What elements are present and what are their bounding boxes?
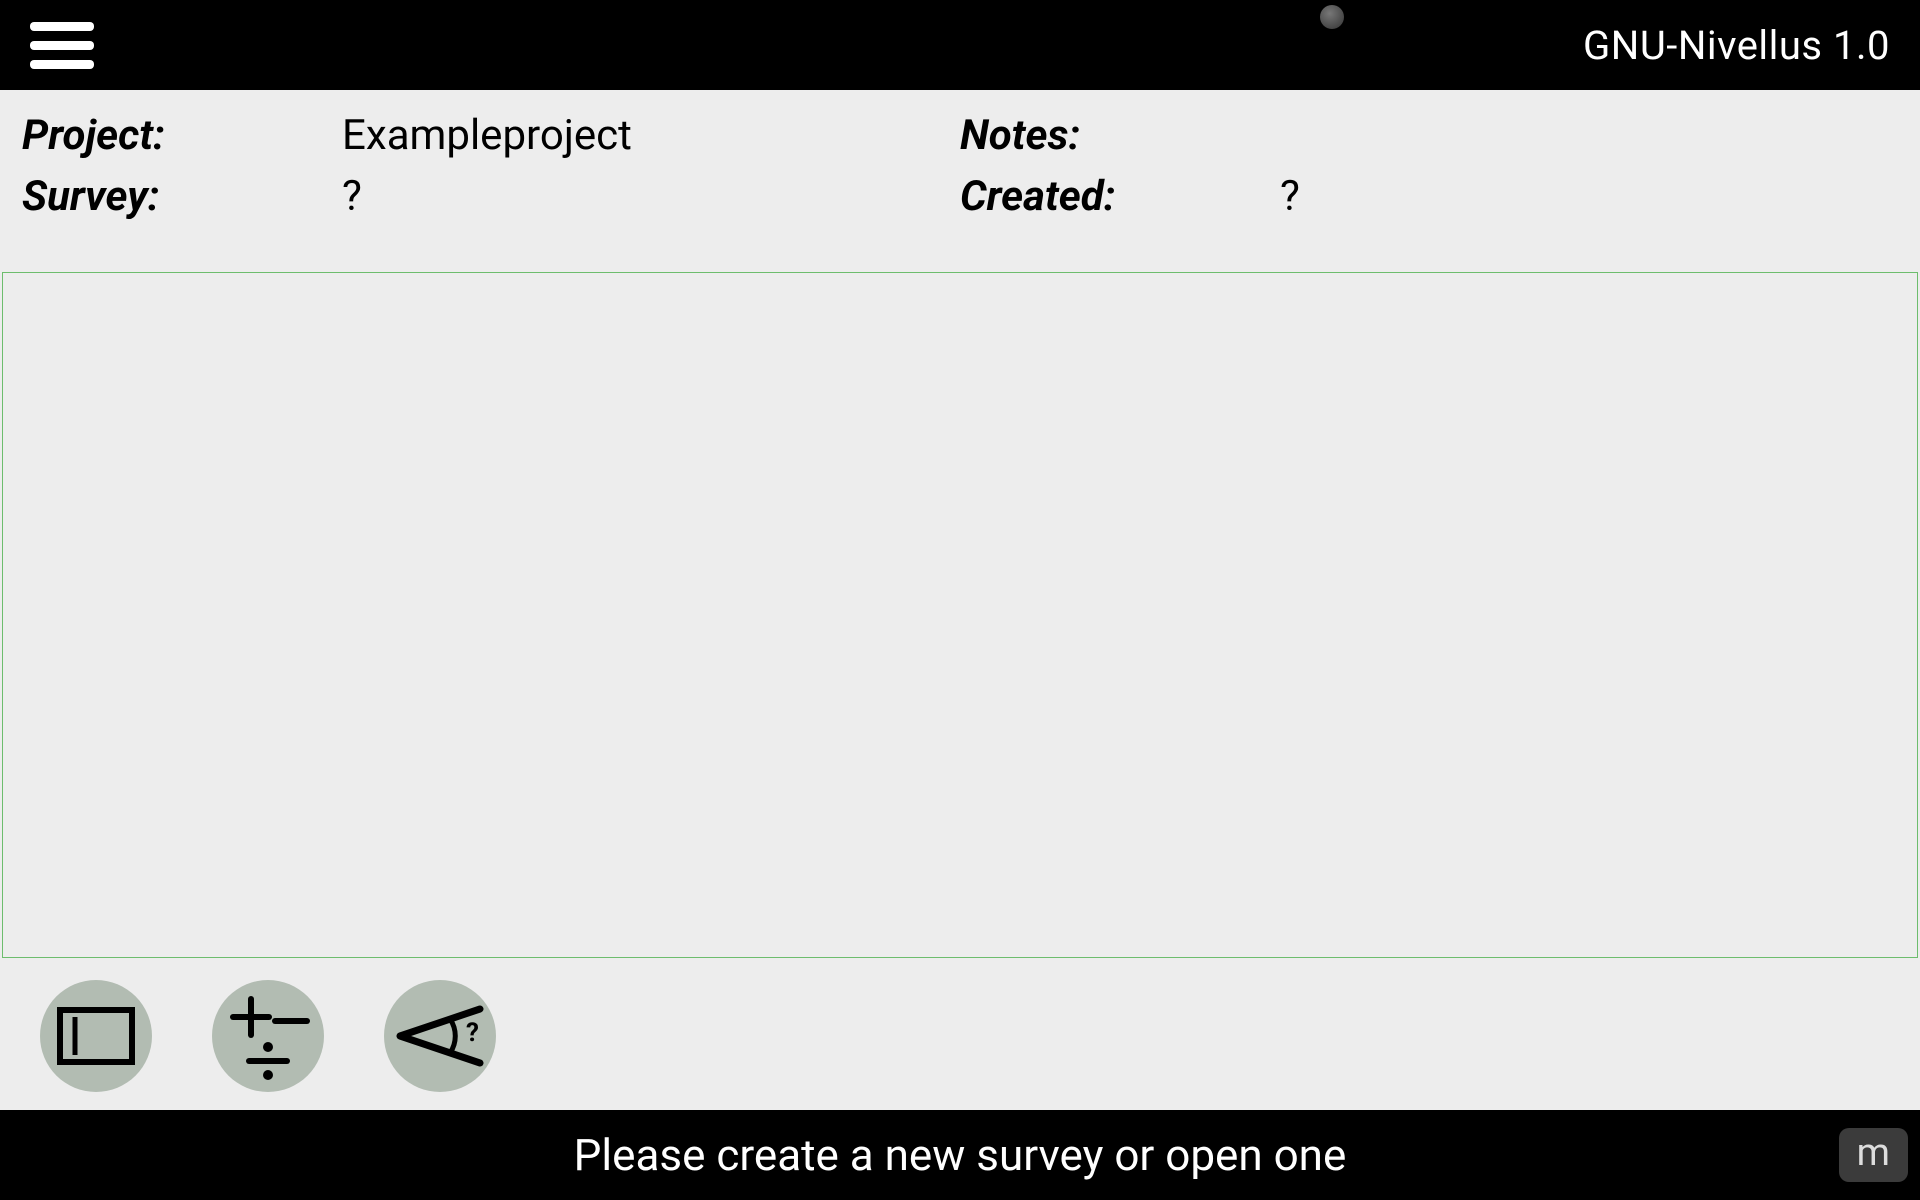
hamburger-icon <box>30 60 94 69</box>
calculate-button[interactable] <box>212 980 324 1092</box>
app-title: GNU-Nivellus 1.0 <box>1583 22 1890 69</box>
hamburger-icon <box>30 41 94 50</box>
tool-row: ? <box>0 966 1920 1110</box>
project-value: Exampleproject <box>342 106 632 167</box>
frame-icon <box>57 1007 135 1065</box>
angle-measure-icon: ? <box>392 1001 488 1071</box>
project-label: Project: <box>22 106 342 167</box>
survey-label: Survey: <box>22 167 342 228</box>
measure-angle-button[interactable]: ? <box>384 980 496 1092</box>
plus-minus-divide-icon <box>223 991 313 1081</box>
notes-label: Notes: <box>960 106 1280 167</box>
bottom-bar: Please create a new survey or open one m <box>0 1110 1920 1200</box>
unit-toggle[interactable]: m <box>1839 1128 1908 1182</box>
svg-text:?: ? <box>466 1018 479 1048</box>
survey-canvas[interactable] <box>2 272 1918 958</box>
status-message: Please create a new survey or open one <box>0 1129 1920 1181</box>
view-frame-button[interactable] <box>40 980 152 1092</box>
camera-dot-icon <box>1320 5 1344 29</box>
hamburger-icon <box>30 22 94 31</box>
survey-value: ? <box>342 167 362 228</box>
info-panel: Project: Exampleproject Notes: Survey: ?… <box>0 90 1920 238</box>
created-value: ? <box>1280 167 1300 228</box>
menu-button[interactable] <box>30 13 94 77</box>
created-label: Created: <box>960 167 1280 228</box>
top-bar: GNU-Nivellus 1.0 <box>0 0 1920 90</box>
canvas-container <box>0 238 1920 966</box>
